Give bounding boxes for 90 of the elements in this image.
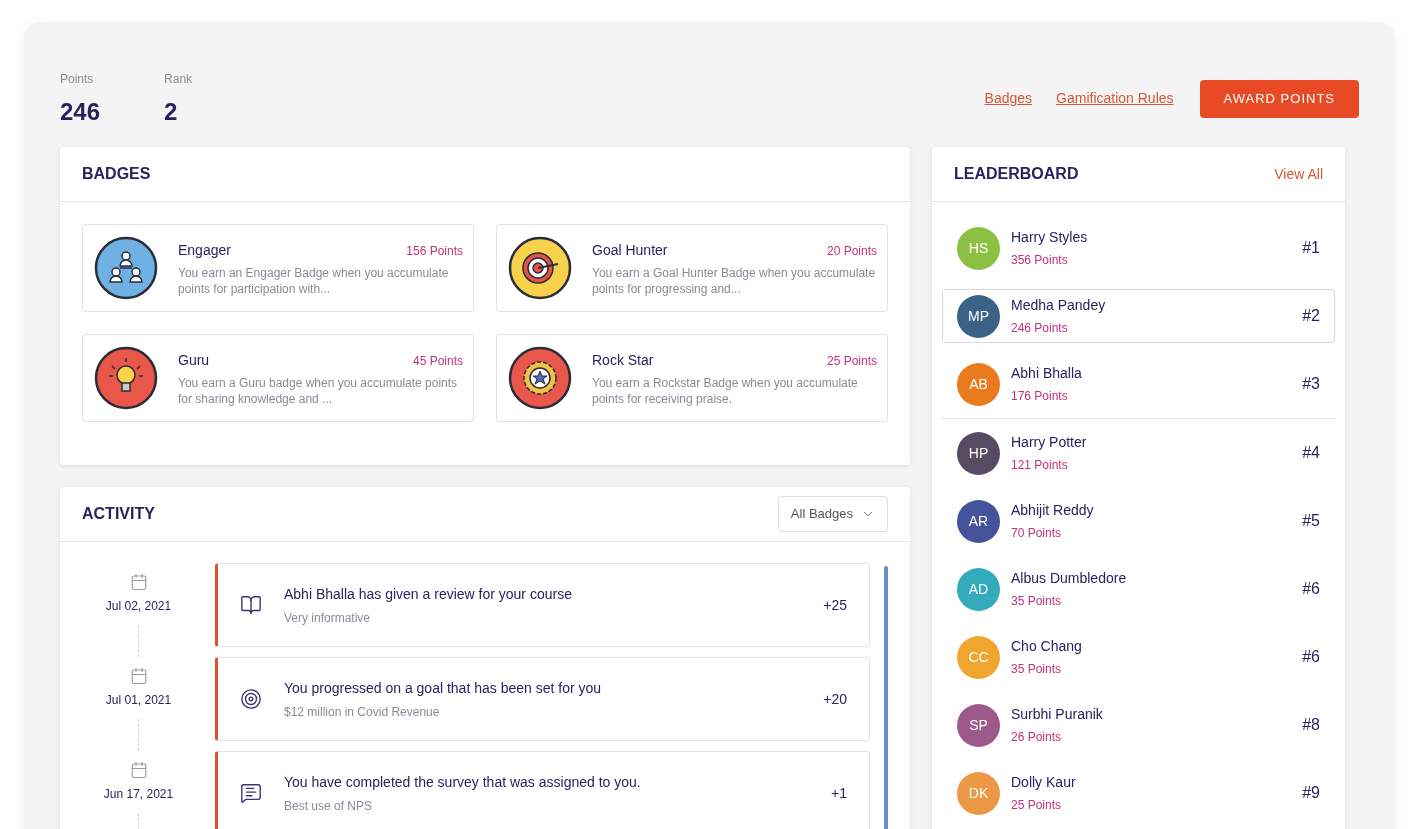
target-badge-icon xyxy=(508,236,572,300)
leaderboard-row[interactable]: MP Medha Pandey 246 Points #2 xyxy=(942,289,1335,343)
activity-points: +25 xyxy=(823,595,847,615)
player-rank: #4 xyxy=(1302,443,1320,463)
stat-value: 246 xyxy=(60,97,101,127)
calendar-icon xyxy=(129,573,148,591)
player-rank: #5 xyxy=(1302,511,1320,531)
badge-points: 20 Points xyxy=(826,242,877,260)
player-name: Dolly Kaur xyxy=(1011,773,1077,792)
badge-name: Goal Hunter xyxy=(592,240,668,260)
player-points: 26 Points xyxy=(1011,729,1063,746)
target-icon xyxy=(240,688,262,710)
badge-points: 156 Points xyxy=(406,242,463,260)
badge-card[interactable]: Guru 45 Points You earn a Guru badge when you accumulate points for sharing knowledge and ... xyxy=(82,334,474,422)
badge-name: Guru xyxy=(178,350,210,370)
activity-points: +20 xyxy=(823,689,847,709)
stat-label: Points xyxy=(60,71,95,88)
people-badge-icon xyxy=(94,236,158,300)
activity-date: Jul 01, 2021 xyxy=(105,692,172,709)
activity-date: Jun 17, 2021 xyxy=(103,786,174,803)
player-name: Surbhi Puranik xyxy=(1011,705,1104,724)
activity-title: You have completed the survey that was assigned to you. xyxy=(284,772,642,792)
player-name: Harry Potter xyxy=(1011,433,1088,452)
scrollbar[interactable] xyxy=(884,566,888,829)
badge-name: Rock Star xyxy=(592,350,654,370)
badge-description: You earn a Rockstar Badge when you accumulate points for receiving praise. xyxy=(592,374,859,407)
leaderboard-row[interactable]: HS Harry Styles 356 Points #1 xyxy=(942,221,1335,275)
calendar-icon xyxy=(129,667,148,685)
card-title: LEADERBOARD xyxy=(954,164,1079,184)
activity-item[interactable]: You have completed the survey that was assigned to you. Best use of NPS +1 xyxy=(215,751,870,829)
badge-description: You earn a Guru badge when you accumulate points for sharing knowledge and ... xyxy=(178,374,459,407)
player-rank: #1 xyxy=(1302,238,1320,258)
activity-title: Abhi Bhalla has given a review for your course xyxy=(284,584,573,604)
player-points: 35 Points xyxy=(1011,661,1063,678)
activity-subtitle: $12 million in Covid Revenue xyxy=(284,703,441,721)
view-all-link[interactable]: View All xyxy=(1274,163,1323,185)
leaderboard-row[interactable]: AD Albus Dumbledore 35 Points #6 xyxy=(942,562,1335,616)
activity-subtitle: Best use of NPS xyxy=(284,797,374,815)
badge-description: You earn a Goal Hunter Badge when you accumulate points for progressing and... xyxy=(592,264,877,297)
leaderboard-row[interactable]: DK Dolly Kaur 25 Points #9 xyxy=(942,766,1335,820)
player-rank: #6 xyxy=(1302,579,1320,599)
leaderboard-row[interactable]: AB Abhi Bhalla 176 Points #3 xyxy=(942,357,1335,411)
leaderboard-row[interactable]: AR Abhijit Reddy 70 Points #5 xyxy=(942,494,1335,548)
player-points: 356 Points xyxy=(1011,252,1069,269)
player-points: 35 Points xyxy=(1011,593,1063,610)
player-name: Albus Dumbledore xyxy=(1011,569,1128,588)
player-points: 70 Points xyxy=(1011,525,1063,542)
leaderboard-row[interactable]: HP Harry Potter 121 Points #4 xyxy=(942,426,1335,480)
lightbulb-badge-icon xyxy=(94,346,158,410)
activity-item[interactable]: You progressed on a goal that has been set for you $12 million in Covid Revenue +20 xyxy=(215,657,870,741)
player-points: 246 Points xyxy=(1011,320,1069,337)
player-points: 176 Points xyxy=(1011,388,1069,405)
header-link[interactable]: Gamification Rules xyxy=(1056,88,1174,109)
badge-card[interactable]: Rock Star 25 Points You earn a Rockstar Badge when you accumulate points for receiving praise. xyxy=(496,334,888,422)
leaderboard-row[interactable]: SP Surbhi Puranik 26 Points #8 xyxy=(942,698,1335,752)
star-badge-icon xyxy=(508,346,572,410)
badge-card[interactable]: Engager 156 Points You earn an Engager Badge when you accumulate points for participation with... xyxy=(82,224,474,312)
player-rank: #2 xyxy=(1302,306,1320,326)
player-rank: #3 xyxy=(1302,374,1320,394)
card-title: ACTIVITY xyxy=(82,504,155,524)
badge-points: 25 Points xyxy=(826,352,877,370)
player-name: Medha Pandey xyxy=(1011,296,1107,315)
activity-date: Jul 02, 2021 xyxy=(105,598,172,615)
stat-value: 2 xyxy=(164,97,179,127)
award-points-button[interactable]: AWARD POINTS xyxy=(1199,79,1359,118)
badge-filter-dropdown[interactable]: All Badges xyxy=(777,496,888,532)
player-name: Harry Styles xyxy=(1011,228,1089,247)
badge-card[interactable]: Goal Hunter 20 Points You earn a Goal Hunter Badge when you accumulate points for progressing and... xyxy=(496,224,888,312)
card-title: BADGES xyxy=(82,164,151,184)
badge-description: You earn an Engager Badge when you accumulate points for participation with... xyxy=(178,264,450,297)
chat-icon xyxy=(240,782,262,804)
activity-subtitle: Very informative xyxy=(284,609,372,627)
player-rank: #8 xyxy=(1302,715,1320,735)
player-rank: #6 xyxy=(1302,647,1320,667)
player-rank: #9 xyxy=(1302,783,1320,803)
player-points: 121 Points xyxy=(1011,457,1069,474)
header-link[interactable]: Badges xyxy=(984,88,1033,109)
book-icon xyxy=(240,594,262,616)
badge-points: 45 Points xyxy=(412,352,463,370)
activity-points: +1 xyxy=(831,783,847,803)
player-name: Abhi Bhalla xyxy=(1011,364,1083,383)
leaderboard-row[interactable]: CC Cho Chang 35 Points #6 xyxy=(942,630,1335,684)
player-name: Abhijit Reddy xyxy=(1011,501,1095,520)
activity-title: You progressed on a goal that has been set for you xyxy=(284,678,603,698)
stat-label: Rank xyxy=(164,71,193,88)
activity-item[interactable]: Abhi Bhalla has given a review for your course Very informative +25 xyxy=(215,563,870,647)
player-points: 25 Points xyxy=(1011,797,1063,814)
calendar-icon xyxy=(129,761,148,779)
player-name: Cho Chang xyxy=(1011,637,1083,656)
badge-name: Engager xyxy=(178,240,231,260)
